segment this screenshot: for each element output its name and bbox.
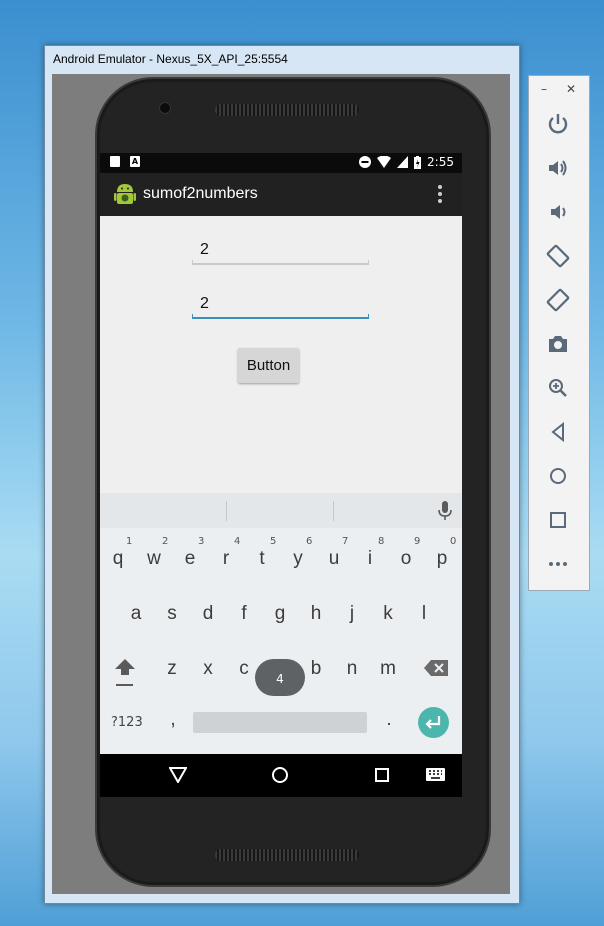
key-hint-0: 0 — [450, 536, 457, 547]
rotate-right-icon[interactable] — [546, 288, 570, 312]
key-hint-1: 1 — [126, 536, 133, 547]
do-not-disturb-icon — [359, 156, 372, 168]
key-hint-4: 4 — [234, 536, 241, 547]
app-bar: sumof2numbers — [100, 173, 462, 216]
space-bar[interactable] — [193, 712, 367, 733]
nav-bar — [100, 754, 462, 797]
front-camera — [159, 102, 171, 114]
window-title: Android Emulator - Nexus_5X_API_25:5554 — [53, 52, 288, 66]
key-a[interactable]: a — [121, 603, 151, 625]
keyboard-switch-icon[interactable] — [426, 768, 445, 781]
sum-button[interactable]: Button — [238, 348, 299, 383]
key-y[interactable]: y — [283, 548, 313, 570]
key-k[interactable]: k — [373, 603, 403, 625]
minimize-button[interactable]: – — [541, 82, 547, 96]
key-p[interactable]: p — [427, 548, 457, 570]
soft-keyboard: 1 2 3 4 5 6 7 8 9 0 q w e r t y u i o p … — [100, 493, 462, 754]
key-hint-3: 3 — [198, 536, 205, 547]
wifi-icon — [377, 156, 392, 168]
camera-icon[interactable] — [546, 332, 570, 356]
enter-key[interactable] — [418, 707, 449, 738]
key-m[interactable]: m — [373, 658, 403, 680]
bottom-speaker — [215, 849, 359, 861]
key-preview-popup: 4 — [255, 659, 305, 696]
key-o[interactable]: o — [391, 548, 421, 570]
key-hint-2: 2 — [162, 536, 169, 547]
key-u[interactable]: u — [319, 548, 349, 570]
symbols-key[interactable]: ?123 — [111, 715, 143, 730]
home-icon[interactable] — [271, 766, 289, 784]
android-icon — [114, 184, 136, 204]
key-j[interactable]: j — [337, 603, 367, 625]
key-hint-6: 6 — [306, 536, 313, 547]
status-bar: A 2:55 — [100, 153, 462, 173]
mic-icon[interactable] — [438, 501, 452, 521]
key-e[interactable]: e — [175, 548, 205, 570]
home-icon[interactable] — [546, 464, 570, 488]
back-icon[interactable] — [169, 767, 187, 783]
period-key[interactable]: . — [374, 709, 404, 731]
key-n[interactable]: n — [337, 658, 367, 680]
signal-icon — [397, 156, 409, 168]
shift-icon[interactable] — [113, 657, 137, 687]
key-s[interactable]: s — [157, 603, 187, 625]
a-notification-icon: A — [130, 156, 140, 167]
overflow-menu-icon[interactable] — [438, 185, 442, 206]
key-hint-7: 7 — [342, 536, 349, 547]
key-i[interactable]: i — [355, 548, 385, 570]
battery-charging-icon — [414, 155, 422, 169]
suggestion-strip[interactable] — [100, 493, 462, 528]
number1-value: 2 — [200, 241, 209, 258]
emulator-toolbar: – ✕ — [528, 75, 590, 591]
zoom-icon[interactable] — [546, 376, 570, 400]
enter-icon — [425, 716, 441, 729]
phone-screen: A 2:55 sumof2numbers 2 2 Button 1 2 3 4 … — [100, 153, 462, 797]
comma-key[interactable]: , — [158, 709, 188, 731]
power-icon[interactable] — [546, 112, 570, 136]
key-x[interactable]: x — [193, 658, 223, 680]
overview-icon[interactable] — [546, 508, 570, 532]
key-t[interactable]: t — [247, 548, 277, 570]
more-icon[interactable] — [546, 552, 570, 576]
key-q[interactable]: q — [103, 548, 133, 570]
key-z[interactable]: z — [157, 658, 187, 680]
back-icon[interactable] — [546, 420, 570, 444]
key-h[interactable]: h — [301, 603, 331, 625]
backspace-icon[interactable] — [424, 660, 448, 676]
key-d[interactable]: d — [193, 603, 223, 625]
app-title: sumof2numbers — [143, 185, 258, 202]
key-g[interactable]: g — [265, 603, 295, 625]
main-content: 2 2 Button — [100, 216, 462, 493]
key-w[interactable]: w — [139, 548, 169, 570]
key-r[interactable]: r — [211, 548, 241, 570]
volume-down-icon[interactable] — [546, 200, 570, 224]
key-hint-8: 8 — [378, 536, 385, 547]
key-hint-9: 9 — [414, 536, 421, 547]
recents-icon[interactable] — [375, 768, 389, 782]
close-button[interactable]: ✕ — [566, 82, 576, 96]
key-l[interactable]: l — [409, 603, 439, 625]
sd-card-icon — [110, 156, 120, 167]
number1-field[interactable]: 2 — [192, 237, 369, 265]
volume-up-icon[interactable] — [546, 156, 570, 180]
number2-field[interactable]: 2 — [192, 291, 369, 319]
key-b[interactable]: b — [301, 658, 331, 680]
number2-value: 2 — [200, 295, 209, 312]
top-speaker — [215, 104, 359, 116]
rotate-left-icon[interactable] — [546, 244, 570, 268]
clock: 2:55 — [427, 155, 454, 169]
key-hint-5: 5 — [270, 536, 277, 547]
key-f[interactable]: f — [229, 603, 259, 625]
